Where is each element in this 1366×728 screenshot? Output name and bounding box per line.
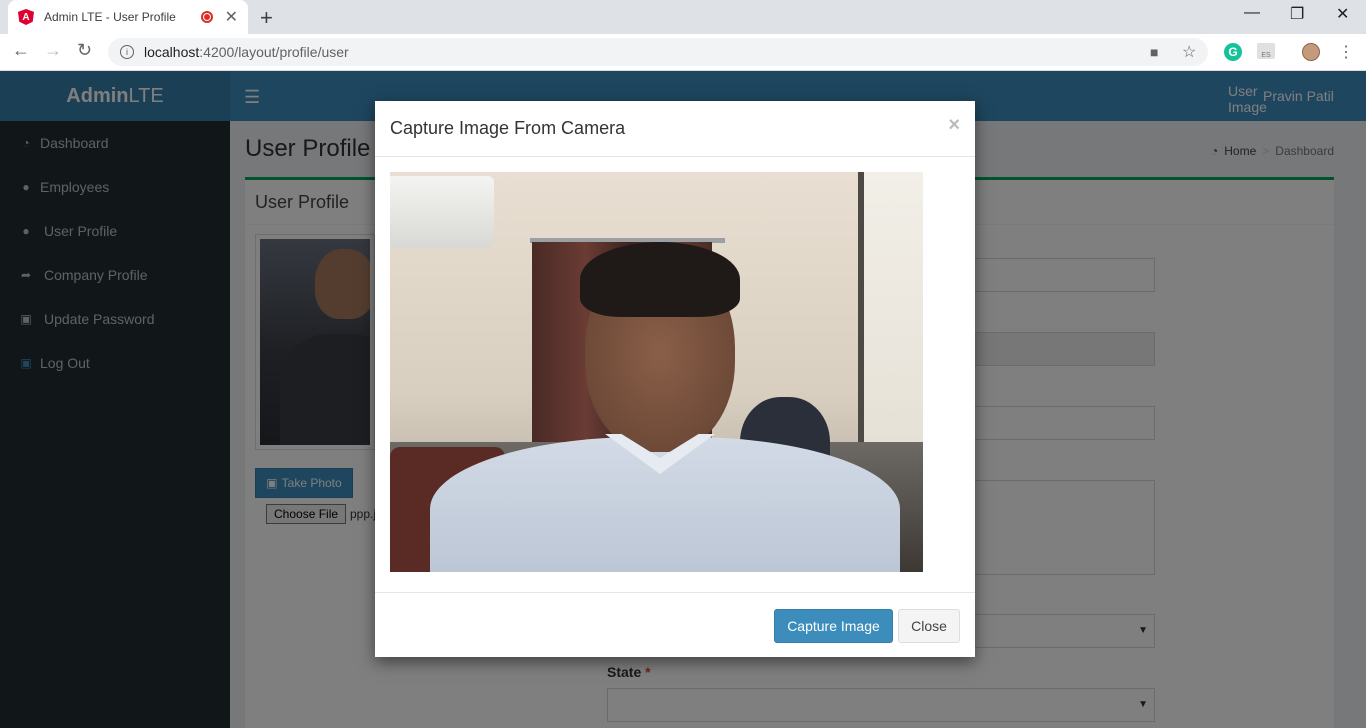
browser-tab[interactable]: A Admin LTE - User Profile ✕ <box>8 0 248 34</box>
modal-header: Capture Image From Camera × <box>375 101 975 157</box>
tab-title: Admin LTE - User Profile <box>44 10 176 24</box>
extension-icon[interactable]: ES <box>1257 43 1275 59</box>
minimize-button[interactable]: — <box>1244 4 1260 22</box>
back-icon[interactable]: ← <box>12 40 30 61</box>
close-icon[interactable]: × <box>948 114 960 137</box>
grammarly-icon[interactable]: G <box>1224 43 1242 61</box>
url-text: localhost:4200/layout/profile/user <box>144 44 349 60</box>
reload-icon[interactable]: ↻ <box>77 40 92 61</box>
modal-title: Capture Image From Camera <box>390 118 626 138</box>
capture-modal: Capture Image From Camera × Capture Imag… <box>375 101 975 657</box>
menu-icon[interactable]: ⋮ <box>1338 42 1354 62</box>
forward-icon[interactable]: → <box>44 40 62 61</box>
window-close-button[interactable]: ✕ <box>1336 4 1349 24</box>
capture-image-button[interactable]: Capture Image <box>774 609 893 643</box>
address-bar[interactable]: i localhost:4200/layout/profile/user ■ ☆ <box>108 38 1208 66</box>
tab-close-icon[interactable]: ✕ <box>225 7 238 27</box>
camera-icon[interactable]: ■ <box>1150 44 1158 60</box>
browser-toolbar: ← → ↻ i localhost:4200/layout/profile/us… <box>0 34 1366 71</box>
info-icon[interactable]: i <box>120 45 134 59</box>
star-icon[interactable]: ☆ <box>1182 42 1196 62</box>
recording-icon <box>200 11 213 23</box>
angular-icon: A <box>18 9 34 25</box>
browser-tab-bar: A Admin LTE - User Profile ✕ + — ❐ ✕ <box>0 0 1366 34</box>
profile-avatar[interactable] <box>1302 43 1320 61</box>
restore-button[interactable]: ❐ <box>1290 4 1304 24</box>
modal-footer: Capture Image Close <box>375 592 975 657</box>
new-tab-button[interactable]: + <box>260 5 273 31</box>
camera-preview <box>390 172 923 572</box>
close-button[interactable]: Close <box>898 609 960 643</box>
